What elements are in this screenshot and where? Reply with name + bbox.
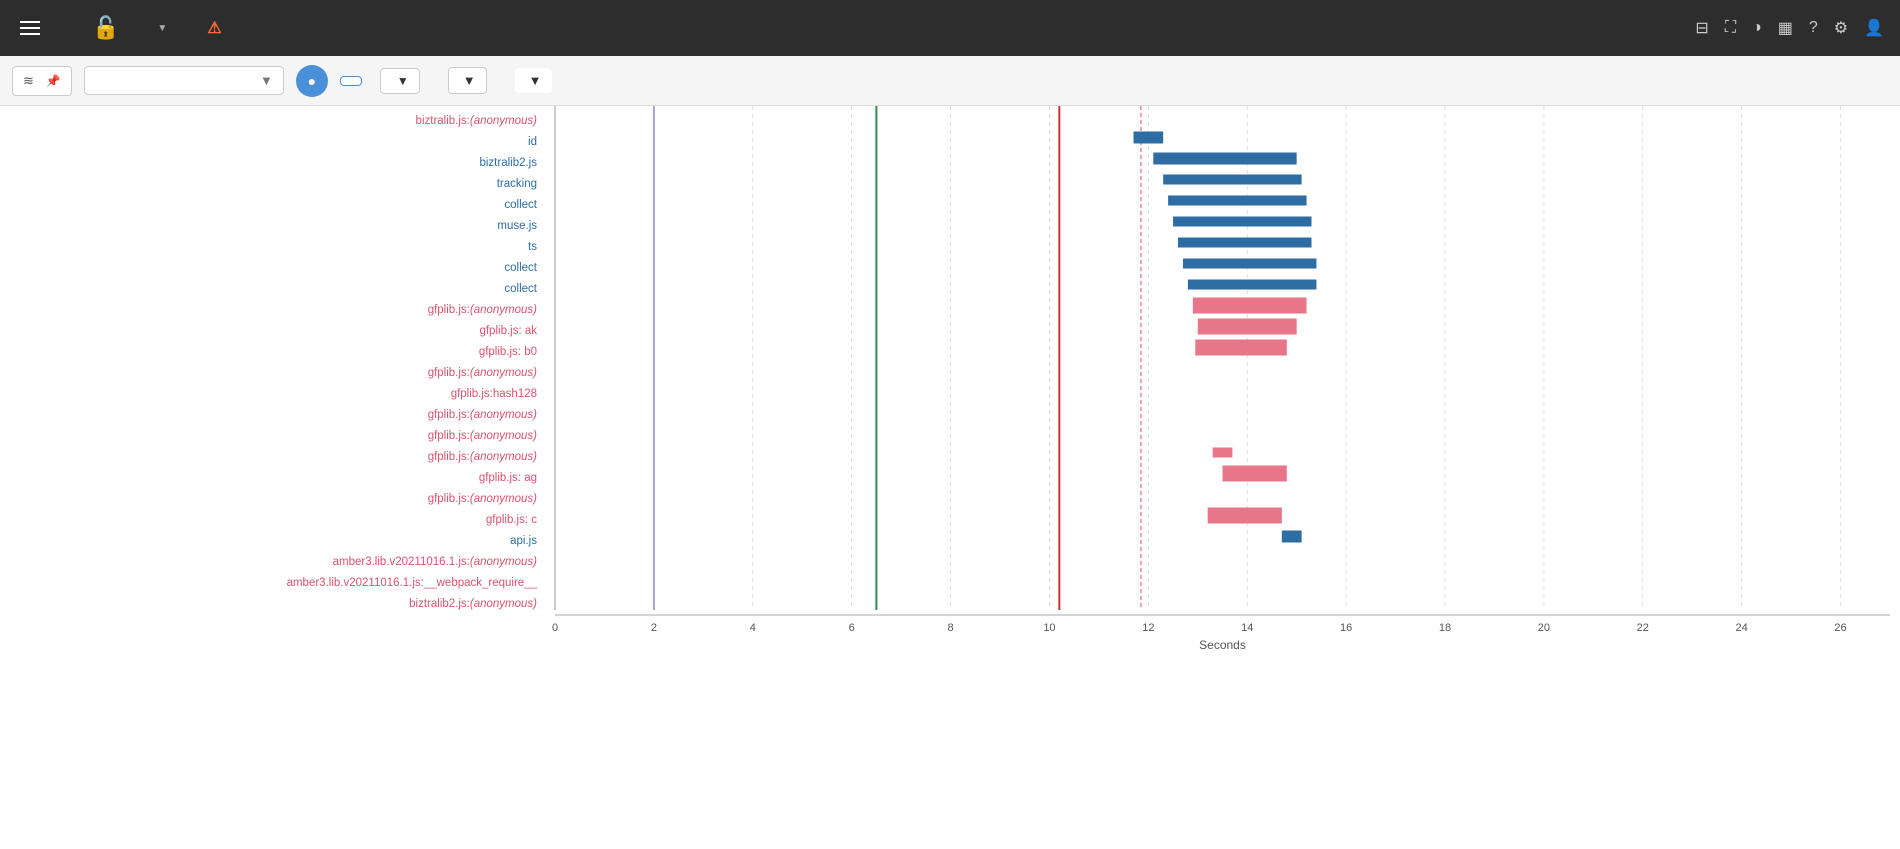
dropdown-chevron: ▼	[260, 73, 273, 88]
label-row: gfplib.js: (anonymous)	[0, 404, 545, 425]
label-row: gfplib.js: b0	[0, 341, 545, 362]
expand-icon[interactable]: ⛶	[1725, 19, 1736, 37]
label-row: collect	[0, 278, 545, 299]
synthetic-label	[340, 76, 362, 86]
label-row: biztralib2.js: (anonymous)	[0, 593, 545, 614]
label-row: gfplib.js: (anonymous)	[0, 362, 545, 383]
topbar-actions: ⊟ ⛶ ◑ ▦ ? ⚙ 👤	[1695, 18, 1884, 38]
svg-text:26: 26	[1834, 622, 1846, 634]
svg-text:14: 14	[1241, 622, 1253, 634]
svg-text:2: 2	[651, 622, 657, 634]
aggregate-waterfall-button[interactable]: ≋ 📌	[12, 66, 72, 96]
label-row: collect	[0, 257, 545, 278]
stat-method-group: ▼	[509, 68, 552, 93]
svg-text:6: 6	[849, 622, 855, 634]
circle-btn-icon: ●	[308, 73, 316, 89]
label-row: muse.js	[0, 215, 545, 236]
breadcrumb: ⚠	[199, 18, 1683, 38]
svg-text:16: 16	[1340, 622, 1352, 634]
waterfall-icon: ≋	[23, 73, 34, 89]
svg-text:10: 10	[1043, 622, 1055, 634]
label-row: amber3.lib.v20211016.1.js: __webpack_req…	[0, 572, 545, 593]
lock-icon: 🔓	[92, 15, 119, 41]
app-selector-chevron: ▼	[157, 23, 167, 34]
alert-badge: ⚠	[207, 18, 225, 38]
global-event-markers-dropdown[interactable]: ▼	[84, 66, 284, 95]
label-row: tracking	[0, 173, 545, 194]
svg-text:18: 18	[1439, 622, 1451, 634]
label-row: biztralib.js: (anonymous)	[0, 110, 545, 131]
svg-text:24: 24	[1736, 622, 1748, 634]
help-icon[interactable]: ?	[1809, 19, 1818, 37]
svg-text:Seconds: Seconds	[1199, 638, 1246, 652]
label-row: collect	[0, 194, 545, 215]
stat-method-chevron: ▼	[529, 73, 542, 88]
svg-text:8: 8	[947, 622, 953, 634]
chart-container: biztralib.js: (anonymous)idbiztralib2.js…	[0, 106, 1900, 849]
svg-text:0: 0	[552, 622, 558, 634]
label-row: biztralib2.js	[0, 152, 545, 173]
time-period-group: ▼	[374, 68, 420, 94]
svg-text:12: 12	[1142, 622, 1154, 634]
alert-icon: ⚠	[207, 18, 221, 38]
contrast-icon[interactable]: ◑	[1752, 19, 1762, 37]
label-row: gfplib.js: (anonymous)	[0, 425, 545, 446]
waterfall-chart: 02468101214161820222426Seconds	[545, 106, 1900, 660]
columns-icon[interactable]: ▦	[1778, 18, 1793, 38]
time-period-button[interactable]: ▼	[380, 68, 420, 94]
labels-panel: biztralib.js: (anonymous)idbiztralib2.js…	[0, 106, 545, 849]
time-period-chevron: ▼	[397, 74, 409, 88]
label-row: gfplib.js: (anonymous)	[0, 446, 545, 467]
settings-icon[interactable]: ⚙	[1834, 18, 1848, 38]
svg-text:22: 22	[1637, 622, 1649, 634]
waterfall-pin-icon: 📌	[46, 74, 61, 88]
bucket-size-button[interactable]: ▼	[448, 67, 487, 94]
label-row: gfplib.js: (anonymous)	[0, 299, 545, 320]
label-row: id	[0, 131, 545, 152]
app-selector[interactable]: ▼	[151, 23, 167, 34]
label-row: api.js	[0, 530, 545, 551]
svg-text:4: 4	[750, 622, 756, 634]
bucket-size-group: ▼	[442, 67, 487, 94]
label-row: gfplib.js: hash128	[0, 383, 545, 404]
event-markers-toggle[interactable]: ●	[296, 65, 328, 97]
topbar: 🔓 ▼ ⚠ ⊟ ⛶ ◑ ▦ ? ⚙ 👤	[0, 0, 1900, 56]
label-row: ts	[0, 236, 545, 257]
svg-text:20: 20	[1538, 622, 1550, 634]
stat-method-button[interactable]: ▼	[515, 68, 552, 93]
toolbar: ≋ 📌 ▼ ● ▼ ▼ ▼	[0, 56, 1900, 106]
user-icon[interactable]: 👤	[1864, 18, 1884, 38]
chart-panel: 02468101214161820222426Seconds	[545, 106, 1900, 849]
menu-button[interactable]	[16, 17, 44, 39]
label-row: gfplib.js: c	[0, 509, 545, 530]
label-row: amber3.lib.v20211016.1.js: (anonymous)	[0, 551, 545, 572]
label-row: gfplib.js: (anonymous)	[0, 488, 545, 509]
label-row: gfplib.js: ag	[0, 467, 545, 488]
filter-icon[interactable]: ⊟	[1695, 18, 1708, 38]
label-row: gfplib.js: ak	[0, 320, 545, 341]
bucket-chevron: ▼	[463, 73, 476, 88]
